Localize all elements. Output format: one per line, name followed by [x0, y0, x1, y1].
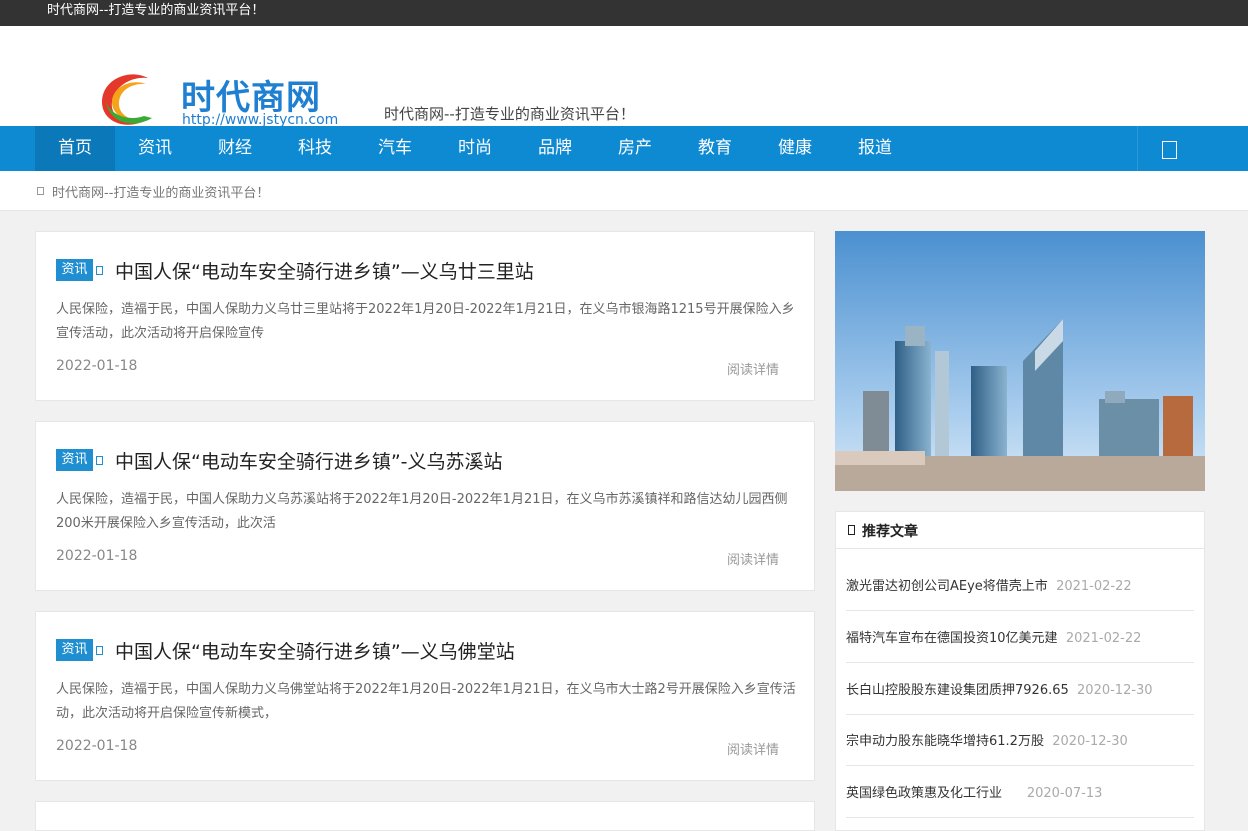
article-card	[35, 801, 815, 831]
article-date: 2022-01-18	[56, 358, 138, 374]
article-date: 2022-01-18	[56, 548, 138, 564]
nav-item-education[interactable]: 教育	[675, 126, 755, 171]
nav-item-finance[interactable]: 财经	[195, 126, 275, 171]
breadcrumb-text[interactable]: 时代商网--打造专业的商业资讯平台！	[52, 182, 269, 201]
bookmark-icon	[848, 525, 855, 535]
category-tag[interactable]: 资讯	[56, 259, 93, 281]
recommended-link[interactable]: 激光雷达初创公司AEye将借壳上市 2021-02-22	[846, 575, 1132, 594]
list-item: 宗申动力股东能晓华增持61.2万股 2020-12-30	[846, 714, 1194, 766]
article-summary: 人民保险，造福于民，中国人保助力义乌廿三里站将于2022年1月20日-2022年…	[56, 302, 795, 341]
article-card: 资讯 中国人保“电动车安全骑行进乡镇”-义乌苏溪站 人民保险，造福于民，中国人保…	[35, 421, 815, 591]
recommended-widget: 推荐文章 激光雷达初创公司AEye将借壳上市 2021-02-22 福特汽车宣布…	[835, 511, 1205, 831]
logo-icon[interactable]	[98, 70, 158, 130]
tag-arrow-icon	[96, 266, 103, 275]
list-item: 福特汽车宣布在德国投资10亿美元建 2021-02-22	[846, 611, 1194, 663]
read-more-link[interactable]: 阅读详情	[727, 359, 779, 378]
article-card: 资讯 中国人保“电动车安全骑行进乡镇”—义乌佛堂站 人民保险，造福于民，中国人保…	[35, 611, 815, 781]
nav-item-fashion[interactable]: 时尚	[435, 126, 515, 171]
nav-item-tech[interactable]: 科技	[275, 126, 355, 171]
recommended-link[interactable]: 英国绿色政策惠及化工行业 2020-07-13	[846, 782, 1102, 801]
list-item: 激光雷达初创公司AEye将借壳上市 2021-02-22	[846, 559, 1194, 611]
top-bar-text: 时代商网--打造专业的商业资讯平台！	[47, 3, 265, 18]
nav-item-auto[interactable]: 汽车	[355, 126, 435, 171]
nav-item-brand[interactable]: 品牌	[515, 126, 595, 171]
list-item: 长白山控股股东建设集团质押7926.65 2020-12-30	[846, 663, 1194, 715]
city-skyline-image[interactable]	[835, 231, 1205, 491]
widget-header: 推荐文章	[836, 512, 1204, 549]
article-title[interactable]: 中国人保“电动车安全骑行进乡镇”—义乌佛堂站	[115, 637, 515, 664]
category-tag[interactable]: 资讯	[56, 639, 93, 661]
site-header: 时代商网 http://www.jstycn.com 时代商网--打造专业的商业…	[0, 26, 1248, 128]
nav-items: 首页 资讯 财经 科技 汽车 时尚 品牌 房产 教育 健康 报道	[35, 126, 915, 171]
nav-item-report[interactable]: 报道	[835, 126, 915, 171]
nav-item-realestate[interactable]: 房产	[595, 126, 675, 171]
article-summary: 人民保险，造福于民，中国人保助力义乌苏溪站将于2022年1月20日-2022年1…	[56, 492, 788, 531]
nav-item-health[interactable]: 健康	[755, 126, 835, 171]
search-button[interactable]	[1137, 126, 1205, 171]
search-icon	[1162, 141, 1177, 159]
article-date: 2022-01-18	[56, 738, 138, 754]
header-slogan: 时代商网--打造专业的商业资讯平台！	[384, 105, 635, 123]
article-title[interactable]: 中国人保“电动车安全骑行进乡镇”-义乌苏溪站	[115, 447, 503, 474]
article-summary: 人民保险，造福于民，中国人保助力义乌佛堂站将于2022年1月20日-2022年1…	[56, 682, 796, 721]
recommended-link[interactable]: 福特汽车宣布在德国投资10亿美元建 2021-02-22	[846, 627, 1141, 646]
read-more-link[interactable]: 阅读详情	[727, 739, 779, 758]
article-card: 资讯 中国人保“电动车安全骑行进乡镇”—义乌廿三里站 人民保险，造福于民，中国人…	[35, 231, 815, 401]
nav-item-news[interactable]: 资讯	[115, 126, 195, 171]
category-tag[interactable]: 资讯	[56, 449, 93, 471]
tag-arrow-icon	[96, 456, 103, 465]
article-title[interactable]: 中国人保“电动车安全骑行进乡镇”—义乌廿三里站	[115, 257, 534, 284]
recommended-link[interactable]: 长白山控股股东建设集团质押7926.65 2020-12-30	[846, 679, 1153, 698]
recommended-link[interactable]: 宗申动力股东能晓华增持61.2万股 2020-12-30	[846, 730, 1128, 749]
list-item: 英国绿色政策惠及化工行业 2020-07-13	[846, 766, 1194, 818]
widget-title: 推荐文章	[862, 524, 918, 540]
top-bar: 时代商网--打造专业的商业资讯平台！	[0, 0, 1248, 26]
main-nav: 首页 资讯 财经 科技 汽车 时尚 品牌 房产 教育 健康 报道	[0, 126, 1248, 171]
breadcrumb: 时代商网--打造专业的商业资讯平台！	[0, 171, 1248, 211]
tag-arrow-icon	[96, 646, 103, 655]
home-icon	[37, 187, 44, 195]
read-more-link[interactable]: 阅读详情	[727, 549, 779, 568]
nav-item-home[interactable]: 首页	[35, 126, 115, 171]
